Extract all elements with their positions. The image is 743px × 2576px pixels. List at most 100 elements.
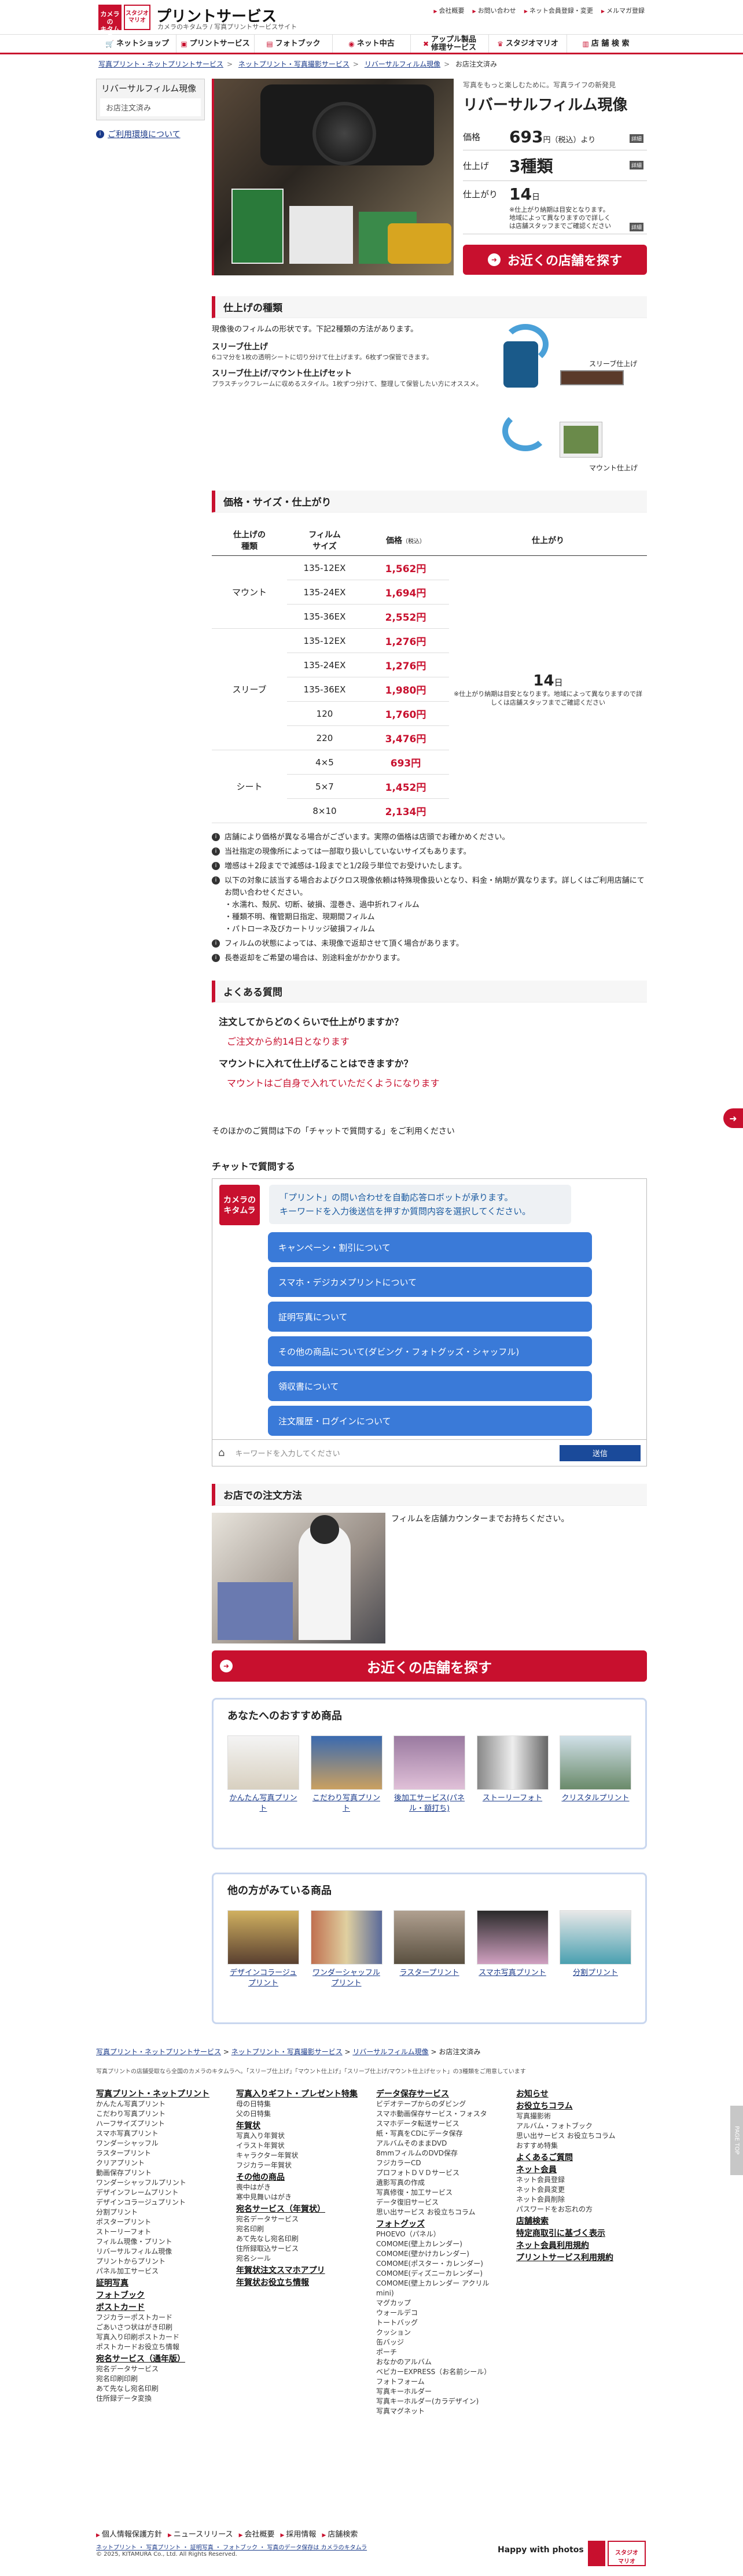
footer-link[interactable]: フジカラー年賀状 <box>236 2161 363 2170</box>
footer-link[interactable]: プロフォトＤＶＤサービス <box>376 2168 503 2178</box>
footer-link[interactable]: フジカラーCD <box>376 2158 503 2168</box>
footer-heading-link[interactable]: よくあるご質問 <box>516 2153 643 2163</box>
top-link-register[interactable]: ネット会員登録・変更 <box>524 6 593 15</box>
footer-link[interactable]: マグカップ <box>376 2298 503 2308</box>
footer-heading-link[interactable]: 証明写真 <box>96 2279 223 2288</box>
others-item[interactable]: スマホ写真プリント <box>476 1910 549 1989</box>
footer-link[interactable]: 個人情報保護方針 <box>96 2528 162 2539</box>
footer-heading-link[interactable]: 宛名サービス（通年版） <box>96 2354 223 2364</box>
detail-tag[interactable]: 詳細 <box>629 161 643 169</box>
recommend-item[interactable]: クリスタルプリント <box>560 1735 631 1814</box>
footer-link[interactable]: 分割プリント <box>96 2208 223 2217</box>
kitamura-footer-logo[interactable] <box>588 2541 605 2566</box>
breadcrumb-link[interactable]: リバーサルフィルム現像 <box>352 2048 428 2056</box>
footer-heading-link[interactable]: お役立ちコラム <box>516 2102 643 2111</box>
recommend-item[interactable]: かんたん写真プリント <box>227 1735 299 1814</box>
footer-link[interactable]: ウォールデコ <box>376 2308 503 2318</box>
breadcrumb-link[interactable]: 写真プリント・ネットプリントサービス <box>96 2048 221 2056</box>
footer-link[interactable]: 宛名データサービス <box>96 2364 223 2374</box>
footer-heading-link[interactable]: 宛名サービス（年賀状） <box>236 2205 363 2214</box>
footer-heading-link[interactable]: 年賀状 <box>236 2121 363 2131</box>
footer-link[interactable]: 思い出サービス お役立ちコラム <box>376 2208 503 2217</box>
footer-link[interactable]: 写真撮影術 <box>516 2111 643 2121</box>
footer-link[interactable]: 動画保存プリント <box>96 2168 223 2178</box>
footer-heading-link[interactable]: その他の商品 <box>236 2173 363 2183</box>
footer-link[interactable]: 缶バッジ <box>376 2338 503 2347</box>
footer-link[interactable]: 遺影写真の作成 <box>376 2178 503 2188</box>
recommend-item[interactable]: こだわり写真プリント <box>310 1735 382 1814</box>
footer-link[interactable]: キャラクター年賀状 <box>236 2151 363 2161</box>
breadcrumb-link[interactable]: ネットプリント・写真撮影サービス <box>231 2048 343 2056</box>
side-menu-item[interactable]: お店注文済み <box>100 98 201 116</box>
others-item[interactable]: 分割プリント <box>560 1910 631 1989</box>
chat-option[interactable]: スマホ・デジカメプリントについて <box>268 1267 592 1297</box>
nav-used[interactable]: ◉ ネット中古 <box>333 35 411 53</box>
studio-mario-logo[interactable]: スタジオ マリオ <box>124 5 150 30</box>
footer-link[interactable]: ストーリーフォト <box>96 2227 223 2237</box>
footer-link[interactable]: ネット会員削除 <box>516 2195 643 2205</box>
footer-link[interactable]: デザインコラージュプリント <box>96 2198 223 2208</box>
footer-link[interactable]: 8mmフィルムのDVD保存 <box>376 2148 503 2158</box>
find-store-button[interactable]: ➜ お近くの店舗を探す <box>463 245 647 275</box>
chat-option[interactable]: 領収書について <box>268 1371 592 1401</box>
recommend-item[interactable]: 後加工サービス(パネル・額打ち) <box>393 1735 465 1814</box>
top-link-contact[interactable]: お問い合わせ <box>473 6 516 15</box>
nav-photobook[interactable]: ▤ フォトブック <box>255 35 333 53</box>
footer-heading-link[interactable]: 年賀状お役立ち情報 <box>236 2278 363 2288</box>
footer-heading-link[interactable]: フォトブック <box>96 2291 223 2301</box>
float-menu-button[interactable]: ➜ <box>723 1108 743 1128</box>
footer-link[interactable]: おすすめ特集 <box>516 2141 643 2151</box>
nav-print[interactable]: ▣ プリントサービス <box>176 35 255 53</box>
footer-link[interactable]: アルバムそのままDVD <box>376 2139 503 2148</box>
footer-link[interactable]: 会社概要 <box>239 2528 274 2539</box>
nav-studio[interactable]: ♛ スタジオマリオ <box>489 35 567 53</box>
footer-link[interactable]: おなかのアルバム <box>376 2357 503 2367</box>
footer-heading-link[interactable]: お知らせ <box>516 2089 643 2099</box>
chat-send-button[interactable]: 送信 <box>560 1444 641 1461</box>
footer-link[interactable]: 宛名データサービス <box>236 2214 363 2224</box>
page-top-button[interactable]: PAGE TOP <box>730 2106 743 2175</box>
breadcrumb-link[interactable]: 写真プリント・ネットプリントサービス <box>98 60 223 68</box>
footer-link[interactable]: COMOME(ディズニーカレンダー) <box>376 2269 503 2279</box>
chat-option[interactable]: その他の商品について(ダビング・フォトグッズ・シャッフル) <box>268 1336 592 1366</box>
nav-store[interactable]: ▥ 店 舗 検 索 <box>567 35 645 53</box>
footer-link[interactable]: フォトフォーム <box>376 2377 503 2387</box>
footer-link[interactable]: 写真マグネット <box>376 2407 503 2416</box>
footer-link[interactable]: 父の日特集 <box>236 2109 363 2119</box>
footer-link[interactable]: ビデオテープからのダビング <box>376 2099 503 2109</box>
footer-link[interactable]: 採用情報 <box>281 2528 316 2539</box>
footer-link[interactable]: フィルム現像・プリント <box>96 2237 223 2247</box>
footer-heading-link[interactable]: プリントサービス利用規約 <box>516 2253 643 2263</box>
footer-link[interactable]: スマホ写真プリント <box>96 2129 223 2139</box>
footer-link[interactable]: 住所録取込サービス <box>236 2244 363 2254</box>
breadcrumb-link[interactable]: ネットプリント・写真撮影サービス <box>238 60 350 68</box>
footer-link[interactable]: 宛名印刷印刷 <box>96 2374 223 2384</box>
footer-link[interactable]: ポストカードお役立ち情報 <box>96 2342 223 2352</box>
footer-heading-link[interactable]: ポストカード <box>96 2303 223 2313</box>
footer-link[interactable]: デザインフレームプリント <box>96 2188 223 2198</box>
nav-apple[interactable]: ✖ アップル製品 修理サービス <box>411 35 489 53</box>
footer-link[interactable]: PHOEVO（パネル） <box>376 2229 503 2239</box>
footer-link[interactable]: クリアプリント <box>96 2158 223 2168</box>
footer-link[interactable]: 写真入り年賀状 <box>236 2131 363 2141</box>
footer-link[interactable]: プリントからプリント <box>96 2257 223 2267</box>
detail-tag[interactable]: 詳細 <box>629 223 643 231</box>
footer-link[interactable]: 住所録データ変換 <box>96 2394 223 2404</box>
footer-link[interactable]: 写真キーホルダー(カラデザイン) <box>376 2397 503 2407</box>
footer-link[interactable]: 写真キーホルダー <box>376 2387 503 2397</box>
breadcrumb-link[interactable]: リバーサルフィルム現像 <box>365 60 440 68</box>
footer-link[interactable]: 紙・写真をCDにデータ保存 <box>376 2129 503 2139</box>
footer-link[interactable]: リバーサルフィルム現像 <box>96 2247 223 2257</box>
footer-link[interactable]: ネット会員変更 <box>516 2185 643 2195</box>
footer-link[interactable]: 宛名印刷 <box>236 2224 363 2234</box>
kitamura-logo[interactable]: カメラの キタムラ <box>98 5 122 40</box>
side-menu-title[interactable]: リバーサルフィルム現像 <box>97 79 204 98</box>
footer-link[interactable]: ポスタープリント <box>96 2217 223 2227</box>
chat-option[interactable]: 証明写真について <box>268 1302 592 1332</box>
studio-mario-footer-logo[interactable]: スタジオ マリオ <box>608 2541 646 2566</box>
footer-link[interactable]: あて先なし宛名印刷 <box>236 2234 363 2244</box>
footer-link[interactable]: ラスタープリント <box>96 2148 223 2158</box>
footer-heading-link[interactable]: 特定商取引に基づく表示 <box>516 2229 643 2239</box>
footer-link[interactable]: こだわり写真プリント <box>96 2109 223 2119</box>
footer-link[interactable]: ワンダーシャッフルプリント <box>96 2178 223 2188</box>
